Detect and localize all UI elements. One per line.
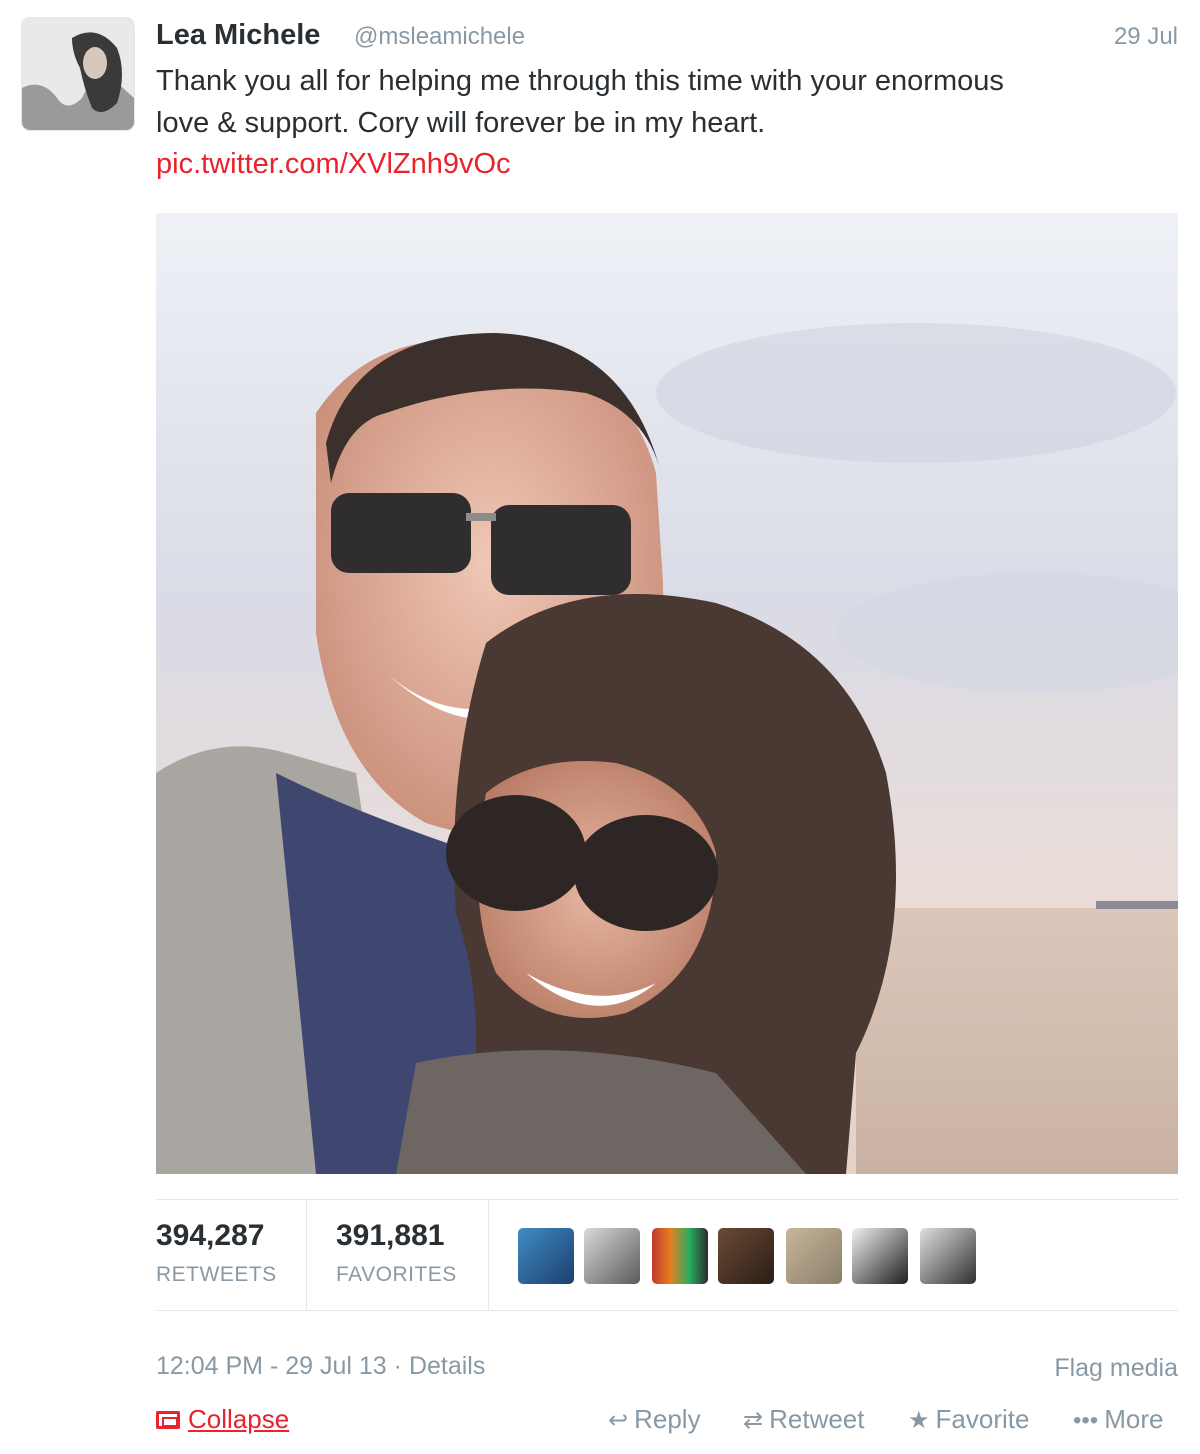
- profile-avatar[interactable]: [22, 18, 134, 130]
- more-icon: •••: [1073, 1407, 1099, 1434]
- attached-photo[interactable]: [156, 213, 1178, 1174]
- favorite-label: Favorite: [935, 1404, 1030, 1434]
- retweet-label: Retweet: [769, 1404, 865, 1434]
- retweet-button[interactable]: ⇄ Retweet: [743, 1402, 865, 1438]
- details-link[interactable]: Details: [409, 1352, 485, 1380]
- favorites-stat[interactable]: 391,881 FAVORITES: [336, 1218, 457, 1290]
- user-name[interactable]: Lea Michele: [156, 18, 320, 52]
- tweet-text: Thank you all for helping me through thi…: [156, 60, 1166, 144]
- user-avatar[interactable]: [652, 1228, 708, 1284]
- reply-label: Reply: [634, 1404, 701, 1434]
- photo-image: [156, 213, 1178, 1174]
- user-avatar[interactable]: [852, 1228, 908, 1284]
- more-button[interactable]: ••• More: [1073, 1402, 1163, 1438]
- divider-bottom: [156, 1310, 1178, 1311]
- user-avatar[interactable]: [518, 1228, 574, 1284]
- favorites-label: FAVORITES: [336, 1263, 457, 1286]
- stat-separator: [306, 1200, 307, 1310]
- reply-icon: ↩: [608, 1407, 629, 1434]
- star-icon: ★: [908, 1407, 930, 1434]
- user-handle[interactable]: @msleamichele: [354, 22, 525, 52]
- tweet: Lea Michele @msleamichele 29 Jul Thank y…: [0, 0, 1200, 1454]
- favorite-button[interactable]: ★ Favorite: [908, 1402, 1029, 1438]
- more-label: More: [1104, 1404, 1164, 1434]
- retweets-stat[interactable]: 394,287 RETWEETS: [156, 1218, 277, 1290]
- reply-button[interactable]: ↩ Reply: [608, 1402, 701, 1438]
- tweet-timestamp: 12:04 PM - 29 Jul 13 · Details: [156, 1350, 485, 1382]
- avatar-image: [22, 18, 134, 130]
- tweet-actions: ↩ Reply ⇄ Retweet ★ Favorite ••• More: [608, 1402, 1178, 1436]
- retweet-icon: ⇄: [743, 1407, 764, 1434]
- user-avatar[interactable]: [786, 1228, 842, 1284]
- user-avatar[interactable]: [584, 1228, 640, 1284]
- tweet-text-line: Thank you all for helping me through thi…: [156, 65, 1004, 97]
- user-avatar[interactable]: [920, 1228, 976, 1284]
- tweet-date[interactable]: 29 Jul: [1114, 22, 1178, 52]
- photo-link[interactable]: pic.twitter.com/XVlZnh9vOc: [156, 144, 511, 184]
- collapse-label: Collapse: [188, 1404, 290, 1434]
- user-avatar[interactable]: [718, 1228, 774, 1284]
- timestamp-separator: ·: [393, 1352, 402, 1380]
- collapse-icon: [156, 1411, 180, 1429]
- flag-media-link[interactable]: Flag media: [1054, 1352, 1178, 1384]
- favorites-count: 391,881: [336, 1219, 445, 1252]
- tweet-text-line: love & support. Cory will forever be in …: [156, 107, 766, 139]
- tweet-stats: 394,287 RETWEETS 391,881 FAVORITES: [156, 1200, 1178, 1310]
- retweets-count: 394,287: [156, 1219, 265, 1252]
- retweets-label: RETWEETS: [156, 1263, 277, 1286]
- collapse-button[interactable]: Collapse: [156, 1402, 289, 1436]
- timestamp-text[interactable]: 12:04 PM - 29 Jul 13: [156, 1352, 387, 1380]
- stat-separator: [488, 1200, 489, 1310]
